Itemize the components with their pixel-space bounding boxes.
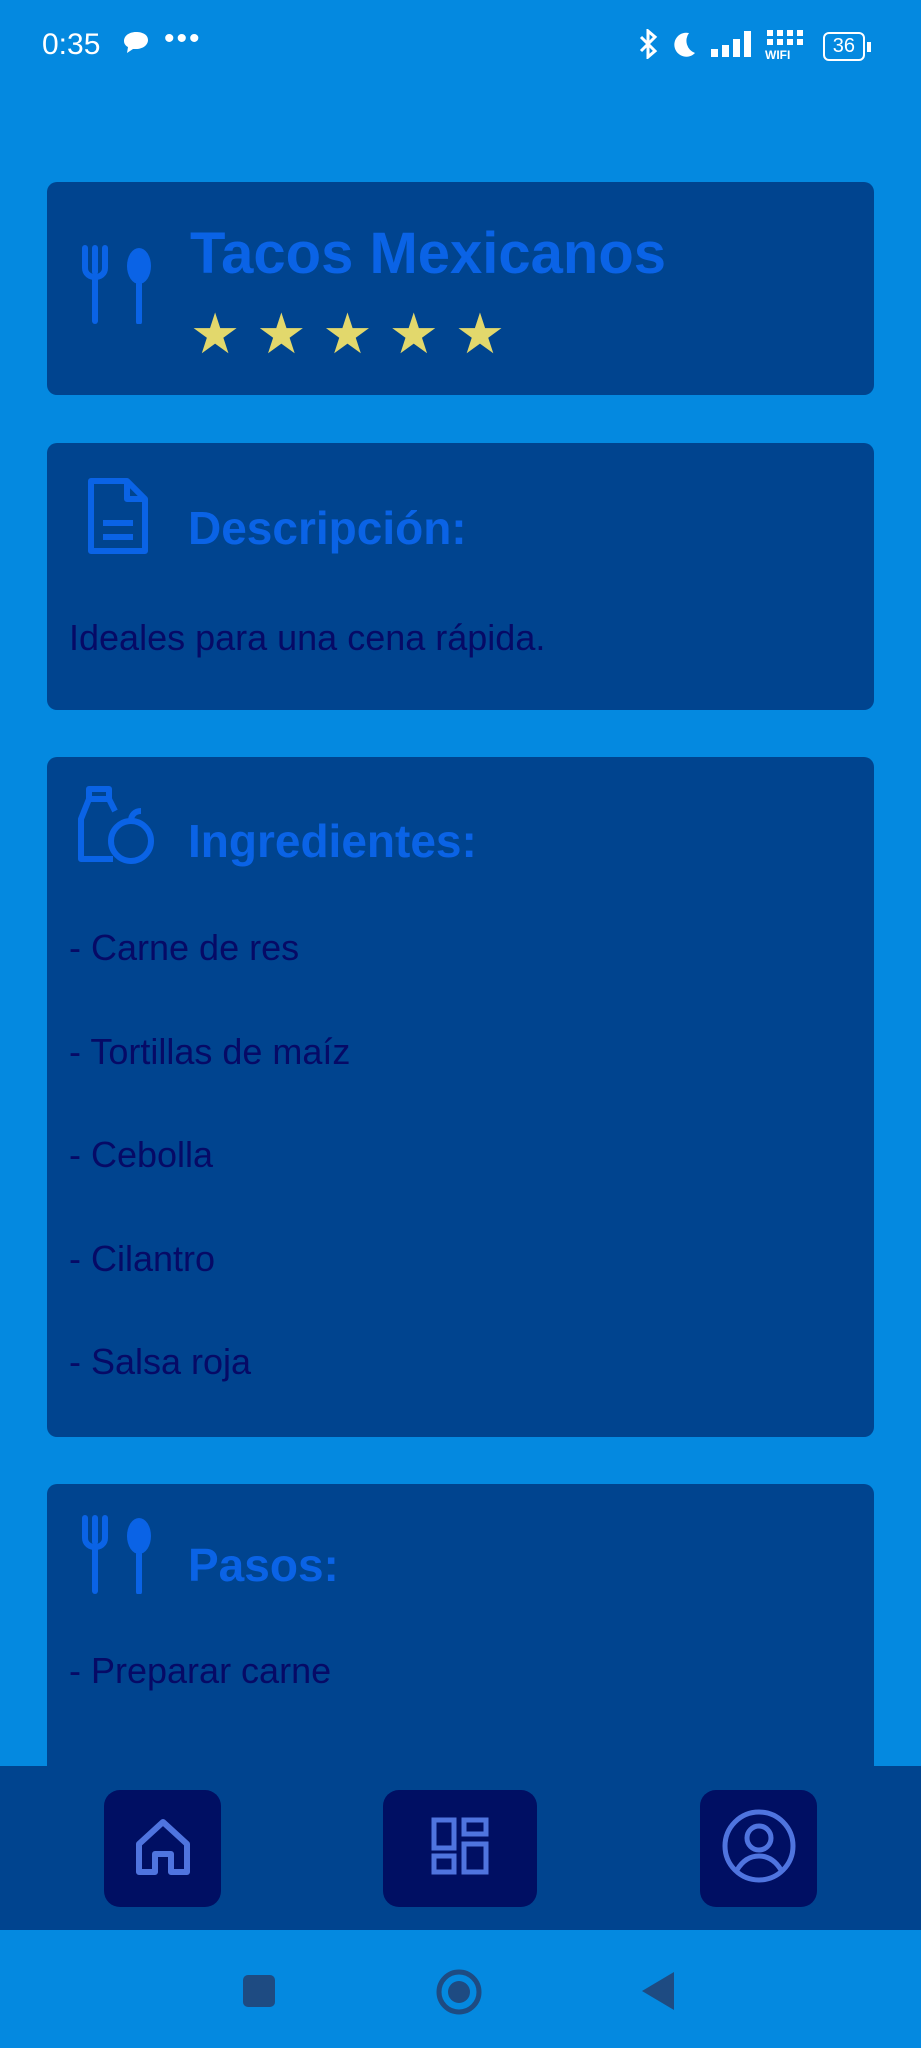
ingredient-item: - Cebolla <box>69 1134 214 1175</box>
steps-heading: Pasos: <box>188 1539 339 1591</box>
nav-dashboard-button[interactable] <box>383 1790 537 1907</box>
moon-icon <box>669 29 699 64</box>
ingredient-item: - Carne de res <box>69 927 300 968</box>
wifi-icon: WIFI <box>763 28 813 65</box>
document-icon <box>85 475 151 562</box>
star-icon: ★ <box>454 302 506 365</box>
star-icon: ★ <box>322 302 373 365</box>
status-bar: 0:35 ••• WIFI 36 <box>0 0 921 92</box>
nav-profile-button[interactable] <box>700 1790 817 1907</box>
recipe-title: Tacos Mexicanos <box>190 221 667 286</box>
recents-button[interactable] <box>242 1974 276 2013</box>
ingredient-item: - Salsa roja <box>69 1341 252 1382</box>
description-heading: Descripción: <box>188 502 467 554</box>
utensils-icon <box>79 244 155 329</box>
rating-stars: ★ ★ ★ ★ ★ <box>190 306 505 362</box>
star-icon: ★ <box>256 302 307 365</box>
bluetooth-icon <box>637 27 659 64</box>
star-icon: ★ <box>388 302 439 365</box>
battery-icon: 36 <box>822 32 871 61</box>
nav-home-button[interactable] <box>104 1790 221 1907</box>
grocery-icon <box>75 785 159 874</box>
ingredients-heading: Ingredientes: <box>188 815 477 867</box>
home-icon <box>131 1814 195 1883</box>
chat-icon <box>122 30 150 61</box>
status-time: 0:35 <box>42 28 101 61</box>
ingredient-item: - Tortillas de maíz <box>69 1031 351 1072</box>
bottom-navigation <box>0 1766 921 1930</box>
status-icons: WIFI 36 <box>637 27 871 65</box>
description-text: Ideales para una cena rápida. <box>69 617 546 658</box>
battery-level: 36 <box>822 32 865 61</box>
signal-icon <box>709 29 753 64</box>
description-card: Descripción: Ideales para una cena rápid… <box>47 443 874 710</box>
dashboard-icon <box>428 1814 492 1883</box>
star-icon: ★ <box>190 302 241 365</box>
ingredients-card: Ingredientes: - Carne de res - Tortillas… <box>47 757 874 1437</box>
more-notifications-icon: ••• <box>164 22 202 55</box>
svg-text:WIFI: WIFI <box>765 48 790 60</box>
system-navigation <box>0 1930 921 2048</box>
utensils-icon <box>79 1514 155 1599</box>
back-button[interactable] <box>640 1970 676 2017</box>
home-button[interactable] <box>435 1968 483 2021</box>
ingredient-item: - Cilantro <box>69 1238 216 1279</box>
profile-icon <box>719 1806 799 1891</box>
step-item: - Preparar carne <box>69 1650 332 1691</box>
